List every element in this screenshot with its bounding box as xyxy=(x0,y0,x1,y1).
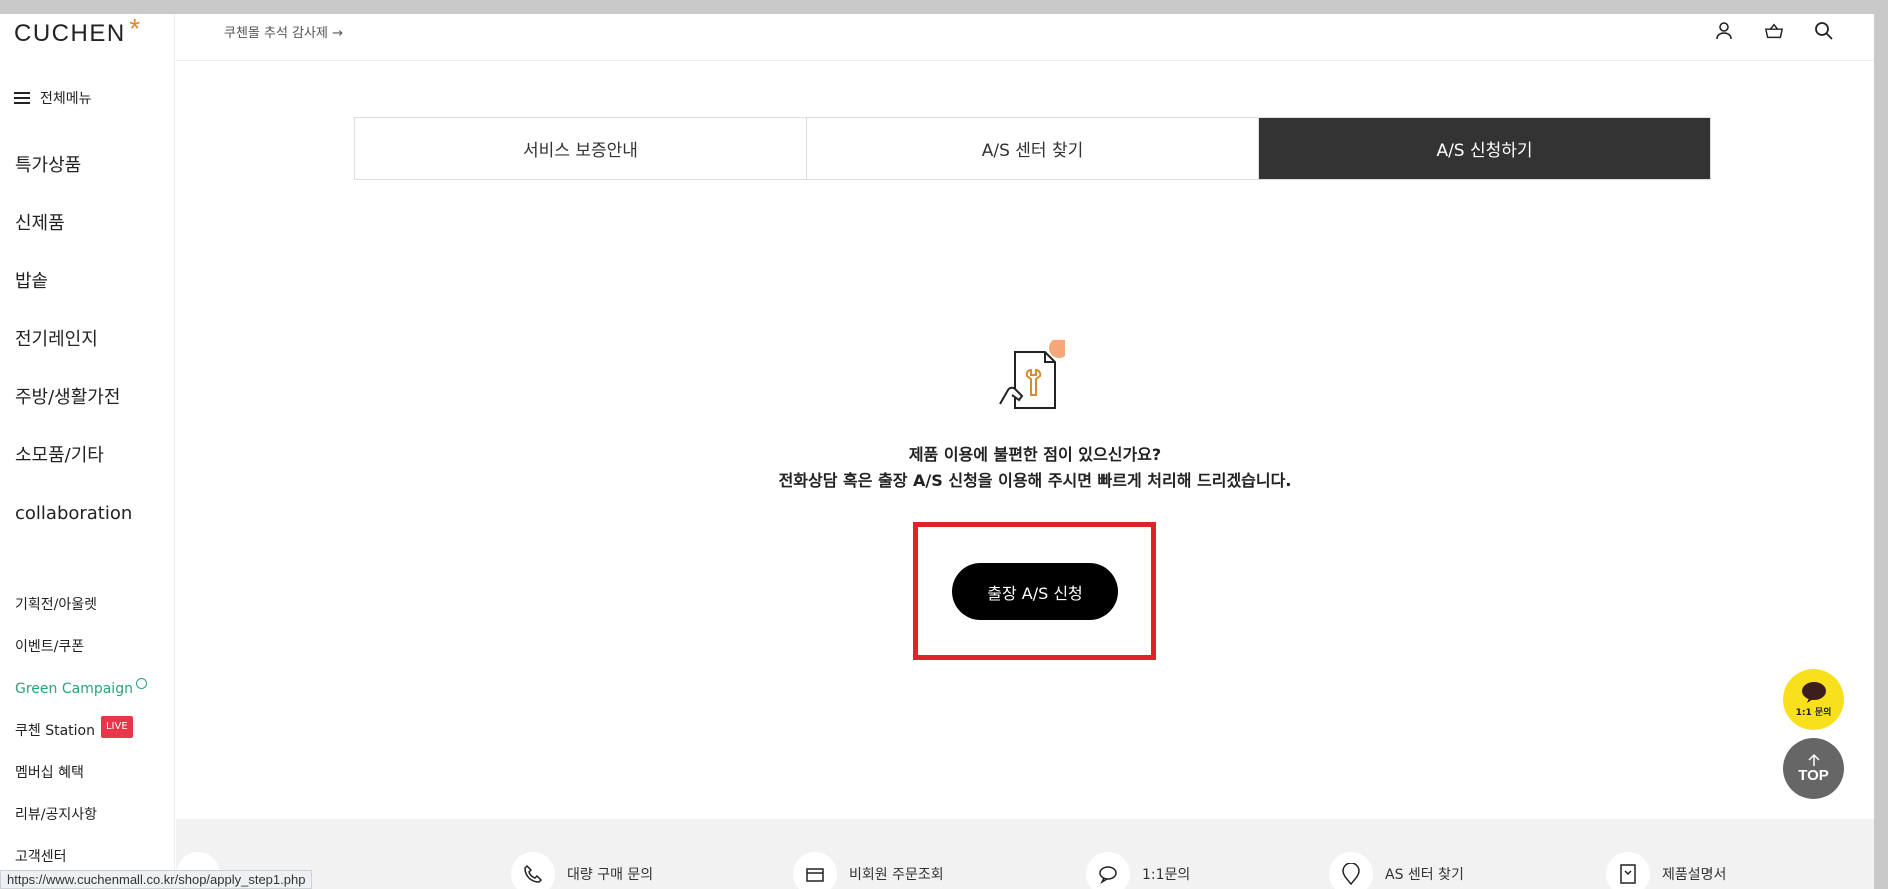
logo-text: CUCHEN xyxy=(14,20,126,47)
message-line-1: 제품 이용에 불편한 점이 있으신가요? xyxy=(908,445,1162,464)
phone-icon xyxy=(511,852,555,889)
category-kitchen[interactable]: 주방/생활가전 xyxy=(15,386,132,444)
cuchen-logo[interactable]: CUCHEN * xyxy=(14,13,140,48)
all-menu-button[interactable]: 전체메뉴 xyxy=(14,88,92,108)
link-label: 멤버십 혜택 xyxy=(15,765,84,781)
hamburger-icon xyxy=(14,92,30,104)
browser-status-url: https://www.cuchenmall.co.kr/shop/apply_… xyxy=(0,870,313,889)
top-label: TOP xyxy=(1798,767,1829,784)
link-label: 고객센터 xyxy=(15,849,67,865)
window-scrollbar[interactable] xyxy=(1874,14,1888,889)
chat-bubble-icon xyxy=(1086,852,1130,889)
link-membership[interactable]: 멤버십 혜택 xyxy=(15,752,147,794)
footer-shortcuts: 대량 구매 문의 비회원 주문조회 1:1문의 AS 센터 찾기 제품설명서 xyxy=(176,819,1874,889)
footer-manual[interactable]: 제품설명서 xyxy=(1606,852,1726,889)
link-label: Green Campaign xyxy=(15,681,133,697)
link-exhibition[interactable]: 기획전/아울렛 xyxy=(15,584,147,626)
footer-label: 대량 구매 문의 xyxy=(567,867,654,883)
link-review[interactable]: 리뷰/공지사항 xyxy=(15,794,147,836)
page-frame: CUCHEN * 전체메뉴 특가상품 신제품 밥솥 전기레인지 주방/생활가전 소… xyxy=(0,13,1874,889)
sidebar-links: 기획전/아울렛 이벤트/쿠폰 Green Campaign 쿠첸 Station… xyxy=(15,594,147,888)
search-icon[interactable] xyxy=(1814,21,1834,41)
cart-icon[interactable] xyxy=(1764,21,1784,41)
footer-as-center[interactable]: AS 센터 찾기 xyxy=(1329,852,1464,889)
top-bar: 쿠첸몰 추석 감사제 → xyxy=(176,14,1874,61)
footer-label: 1:1문의 xyxy=(1142,867,1191,883)
sidebar: CUCHEN * 전체메뉴 특가상품 신제품 밥솥 전기레인지 주방/생활가전 소… xyxy=(0,13,175,889)
category-electric-range[interactable]: 전기레인지 xyxy=(15,328,132,386)
footer-bulk-purchase[interactable]: 대량 구매 문의 xyxy=(511,852,653,889)
scroll-top-button[interactable]: TOP xyxy=(1783,738,1844,799)
tab-service-warranty[interactable]: 서비스 보증안내 xyxy=(355,118,807,179)
category-list: 특가상품 신제품 밥솥 전기레인지 주방/생활가전 소모품/기타 collabo… xyxy=(15,154,132,560)
link-label: 리뷰/공지사항 xyxy=(15,807,97,823)
arrow-up-icon xyxy=(1807,753,1820,766)
footer-label: 비회원 주문조회 xyxy=(849,867,944,883)
link-event[interactable]: 이벤트/쿠폰 xyxy=(15,626,147,668)
all-menu-label: 전체메뉴 xyxy=(40,91,92,107)
footer-guest-order[interactable]: 비회원 주문조회 xyxy=(793,852,944,889)
category-special[interactable]: 특가상품 xyxy=(15,154,132,212)
chat-label: 1:1 문의 xyxy=(1795,708,1832,718)
kakao-chat-button[interactable]: 1:1 문의 xyxy=(1783,669,1844,730)
service-message: 제품 이용에 불편한 점이 있으신가요? 전화상담 혹은 출장 A/S 신청을 … xyxy=(600,442,1470,494)
category-consumables[interactable]: 소모품/기타 xyxy=(15,444,132,502)
logo-star-icon: * xyxy=(129,13,142,44)
live-badge: LIVE xyxy=(100,716,133,738)
promo-link[interactable]: 쿠첸몰 추석 감사제 → xyxy=(224,22,343,41)
message-line-2: 전화상담 혹은 출장 A/S 신청을 이용해 주시면 빠르게 처리해 드리겠습니… xyxy=(778,471,1292,490)
link-station[interactable]: 쿠첸 Station LIVE xyxy=(15,710,147,752)
user-icon[interactable] xyxy=(1714,21,1734,41)
link-label: 기획전/아울렛 xyxy=(15,597,97,613)
footer-inquiry[interactable]: 1:1문의 xyxy=(1086,852,1190,889)
category-new[interactable]: 신제품 xyxy=(15,212,132,270)
footer-label: 제품설명서 xyxy=(1662,867,1727,883)
as-tabs: 서비스 보증안내 A/S 센터 찾기 A/S 신청하기 xyxy=(354,117,1711,180)
globe-icon xyxy=(135,677,147,689)
location-pin-icon xyxy=(1329,852,1373,889)
tab-as-center[interactable]: A/S 센터 찾기 xyxy=(807,118,1259,179)
footer-label: AS 센터 찾기 xyxy=(1385,867,1464,883)
repair-document-icon xyxy=(995,338,1069,412)
top-icons xyxy=(1714,21,1834,41)
link-label: 이벤트/쿠폰 xyxy=(15,639,85,655)
visit-as-apply-button[interactable]: 출장 A/S 신청 xyxy=(952,563,1118,620)
category-rice-cooker[interactable]: 밥솥 xyxy=(15,270,132,328)
link-green-campaign[interactable]: Green Campaign xyxy=(15,668,147,710)
manual-icon xyxy=(1606,852,1650,889)
box-icon xyxy=(793,852,837,889)
link-label: 쿠첸 Station xyxy=(15,723,95,739)
category-collaboration[interactable]: collaboration xyxy=(15,502,132,560)
tab-as-apply[interactable]: A/S 신청하기 xyxy=(1259,118,1710,179)
chat-icon xyxy=(1801,682,1826,703)
